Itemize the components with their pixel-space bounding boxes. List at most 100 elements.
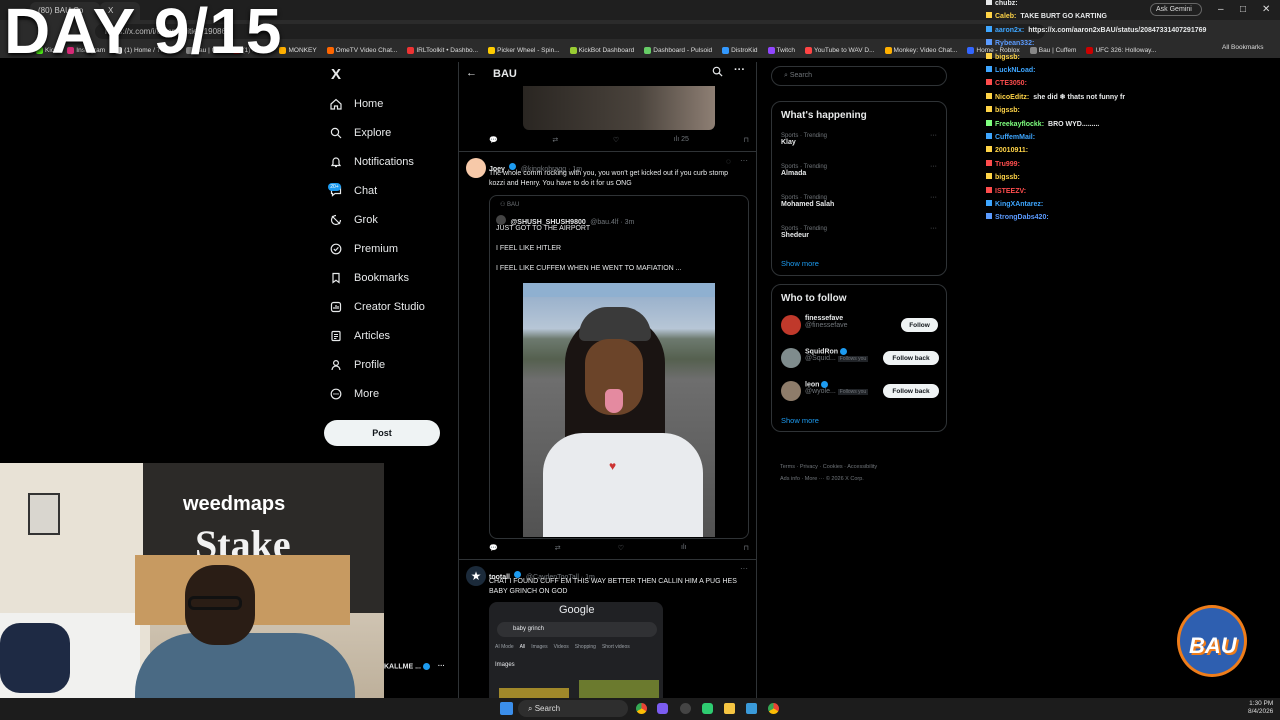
app-icon[interactable] [702, 703, 713, 714]
trend-item[interactable]: Sports · Trending Klay [781, 133, 827, 146]
bookmark[interactable]: YouTube to WAV D... [804, 46, 875, 54]
search-icon[interactable] [712, 66, 724, 78]
chat-username[interactable]: LuckNLoad: [995, 67, 1035, 74]
chat-username[interactable]: Caleb: [995, 13, 1016, 20]
nav-profile[interactable]: Profile [330, 355, 470, 375]
chat-username[interactable]: ISTEEZV: [995, 188, 1026, 195]
nav-more[interactable]: More [330, 384, 470, 404]
trend-item[interactable]: Sports · Trending Shedeur [781, 226, 827, 239]
chat-username[interactable]: Rybean332: [995, 40, 1034, 47]
chat-username[interactable]: CuffemMail: [995, 134, 1035, 141]
bookmark[interactable]: Bau | Cuffem [1029, 46, 1076, 54]
chat-username[interactable]: CTE3050: [995, 80, 1027, 87]
bookmark[interactable]: IRLToolkit • Dashbo... [407, 46, 478, 54]
nav-notifications[interactable]: Notifications [330, 152, 470, 172]
windows-start-icon[interactable] [500, 702, 513, 715]
follow-back-button[interactable]: Follow back [883, 351, 939, 365]
more-dots-icon[interactable]: ··· [930, 194, 937, 201]
chat-username[interactable]: StrongDabs420: [995, 214, 1049, 221]
obs-icon[interactable] [680, 703, 691, 714]
post-button[interactable]: Post [324, 420, 440, 446]
chat-username[interactable]: Freekayflockk: [995, 121, 1044, 128]
nav-grok[interactable]: Grok [330, 210, 470, 230]
follow-button[interactable]: Follow [901, 318, 938, 332]
folder-icon[interactable] [724, 703, 735, 714]
follow-user[interactable]: SquidRon @Squid... Follows you [805, 348, 869, 363]
follow-back-button[interactable]: Follow back [883, 384, 939, 398]
quote-photo[interactable]: ♥ [523, 283, 715, 537]
bookmark-icon[interactable]: ⊓ [744, 136, 749, 148]
nav-premium[interactable]: Premium [330, 239, 470, 259]
footer-links[interactable]: Ads info · More ··· © 2026 X Corp. [780, 476, 864, 482]
bookmark[interactable]: Dashboard - Pulsoid [644, 46, 712, 54]
close-icon[interactable]: ✕ [1262, 4, 1270, 15]
show-more-link[interactable]: Show more [781, 259, 819, 268]
nav-home[interactable]: Home [330, 94, 470, 114]
chat-username[interactable]: aaron2x: [995, 27, 1024, 34]
post-image[interactable] [523, 86, 715, 130]
bookmark[interactable]: MONKEY [279, 46, 317, 54]
store-icon[interactable] [746, 703, 757, 714]
bookmark[interactable]: UFC 326: Holloway... [1086, 46, 1156, 54]
views-stat[interactable]: ılı 25 [674, 136, 689, 148]
search-input[interactable]: ⌕ Search [771, 66, 947, 86]
chat-username[interactable]: 20010911: [995, 147, 1028, 154]
chrome-icon[interactable] [768, 703, 779, 714]
avatar[interactable] [781, 348, 801, 368]
bookmark[interactable]: Twitch [767, 46, 795, 54]
bookmark[interactable]: Picker Wheel - Spin... [488, 46, 560, 54]
more-dots-icon[interactable]: ··· [930, 225, 937, 232]
repost-icon[interactable]: ⇄ [555, 544, 561, 556]
chat-username[interactable]: KingXAntarez: [995, 201, 1043, 208]
like-icon[interactable]: ♡ [613, 136, 619, 148]
nav-chat[interactable]: Chat [330, 181, 470, 201]
back-arrow-icon[interactable]: ← [466, 67, 477, 79]
taskbar-search[interactable]: ⌕ Search [518, 700, 628, 717]
bookmark[interactable]: KickBot Dashboard [569, 46, 634, 54]
nav-creator-studio[interactable]: Creator Studio [330, 297, 470, 317]
avatar[interactable] [781, 315, 801, 335]
bookmark-icon[interactable]: ⊓ [744, 544, 749, 556]
reply-icon[interactable]: 💬 [489, 544, 498, 556]
all-bookmarks[interactable]: All Bookmarks [1222, 44, 1264, 51]
follow-user[interactable]: finessefave @finessefave [805, 315, 848, 329]
trend-item[interactable]: Sports · Trending Almada [781, 164, 827, 177]
grok-icon[interactable]: ◌ [726, 157, 731, 166]
follow-user[interactable]: leon @wyole... Follows you [805, 381, 869, 396]
more-dots-icon[interactable]: ··· [930, 132, 937, 139]
maximize-icon[interactable]: □ [1240, 4, 1246, 15]
like-icon[interactable]: ♡ [618, 544, 624, 556]
nav-articles[interactable]: Articles [330, 326, 470, 346]
nav-explore[interactable]: Explore [330, 123, 470, 143]
avatar[interactable]: ★ [466, 566, 486, 586]
chat-username[interactable]: bigssb: [995, 174, 1020, 181]
chat-username[interactable]: bigssb: [995, 107, 1020, 114]
clock[interactable]: 1:30 PM 8/4/2026 [1248, 700, 1273, 716]
bookmark[interactable]: DistroKid [722, 46, 758, 54]
minimize-icon[interactable]: – [1218, 4, 1224, 15]
chat-username[interactable]: NicoEditz: [995, 94, 1029, 101]
nav-bookmarks[interactable]: Bookmarks [330, 268, 470, 288]
x-logo[interactable]: X [331, 66, 341, 83]
chat-username[interactable]: bigssb: [995, 54, 1020, 61]
avatar[interactable] [781, 381, 801, 401]
chrome-icon[interactable] [636, 703, 647, 714]
ask-gemini-button[interactable]: Ask Gemini [1150, 3, 1202, 16]
repost-icon[interactable]: ⇄ [552, 136, 558, 148]
show-more-link[interactable]: Show more [781, 416, 819, 425]
footer-links[interactable]: Terms · Privacy · Cookies · Accessibilit… [780, 464, 877, 470]
more-dots-icon[interactable]: ··· [930, 163, 937, 170]
views-icon[interactable]: ılı [681, 544, 686, 556]
more-dots-icon[interactable]: ··· [740, 156, 748, 165]
bookmark[interactable]: Monkey: Video Chat... [884, 46, 957, 54]
avatar[interactable] [466, 158, 486, 178]
account-switcher[interactable]: KALLME ... ··· [384, 663, 445, 670]
more-dots-icon[interactable]: ··· [740, 564, 748, 573]
chat-username[interactable]: Tru999: [995, 161, 1020, 168]
discord-icon[interactable] [657, 703, 668, 714]
post-screenshot[interactable]: Google baby grinch AI Mode All Images Video… [489, 602, 663, 698]
chat-username[interactable]: chubz: [995, 0, 1018, 7]
more-dots-icon[interactable]: ··· [734, 64, 745, 76]
reply-icon[interactable]: 💬 [489, 136, 498, 148]
trend-item[interactable]: Sports · Trending Mohamed Salah [781, 195, 834, 208]
